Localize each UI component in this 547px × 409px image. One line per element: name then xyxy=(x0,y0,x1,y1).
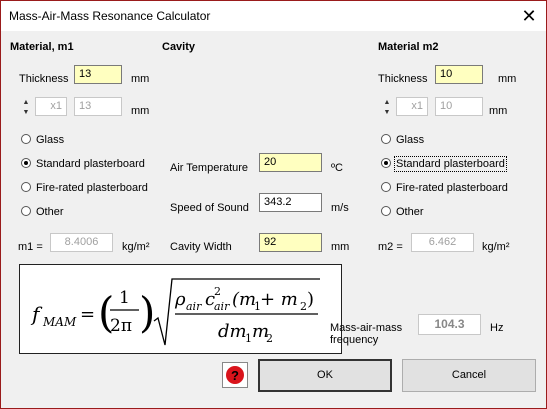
formula-rho: ρ xyxy=(174,289,186,310)
result-frequency-unit: Hz xyxy=(490,322,504,334)
m1-mass-label: m1 = xyxy=(18,241,43,253)
m1-thickness-unit: mm xyxy=(131,73,150,85)
formula-c-sup: 2 xyxy=(214,285,221,298)
air-temperature-label: Air Temperature xyxy=(170,162,249,174)
m1-layer-spinner[interactable]: ▲ ▼ xyxy=(19,98,33,117)
m2-mass-unit: kg/m² xyxy=(482,241,510,253)
formula-equals: = xyxy=(80,304,95,325)
m1-thickness-input[interactable]: 13 xyxy=(74,65,122,84)
result-frequency-value: 104.3 xyxy=(418,314,481,335)
formula-den-sub1: 1 xyxy=(245,332,252,345)
m2-header: Material m2 xyxy=(378,41,439,53)
air-temperature-unit: ºC xyxy=(331,162,343,174)
ok-button[interactable]: OK xyxy=(258,359,392,392)
help-icon: ? xyxy=(226,366,244,384)
formula-box: f MAM = ( 1 2π ) ρ air c 2 air (m 1 + m … xyxy=(19,264,342,354)
calculator-dialog: Mass-Air-Mass Resonance Calculator ✕ Mat… xyxy=(0,0,547,409)
m1-header: Material, m1 xyxy=(10,41,74,53)
m1-option-standard-plasterboard: Standard plasterboard xyxy=(36,158,145,170)
cancel-button[interactable]: Cancel xyxy=(402,359,536,392)
formula-right-paren: ) xyxy=(139,288,155,337)
cavity-header: Cavity xyxy=(162,41,196,53)
m2-mass-label: m2 = xyxy=(378,241,403,253)
formula-frac-den: 2π xyxy=(110,316,132,336)
result-label-line2: frequency xyxy=(330,334,379,346)
resonance-formula: f MAM = ( 1 2π ) ρ air c 2 air (m 1 + m … xyxy=(30,278,320,346)
m2-layer-thickness: 10 xyxy=(435,97,483,116)
m1-thickness-label: Thickness xyxy=(19,73,69,85)
result-label-line1: Mass-air-mass xyxy=(330,322,403,334)
m2-option-glass: Glass xyxy=(396,134,425,146)
m2-mass-value: 6.462 xyxy=(411,233,474,252)
m2-radio-glass[interactable] xyxy=(381,134,391,144)
formula-den-dm: dm xyxy=(218,321,247,342)
m2-thickness-input[interactable]: 10 xyxy=(435,65,483,84)
spin-down-icon[interactable]: ▼ xyxy=(380,108,394,117)
close-icon[interactable]: ✕ xyxy=(518,5,540,27)
m2-layer-multiplier: x1 xyxy=(396,97,428,116)
m2-layer-spinner[interactable]: ▲ ▼ xyxy=(380,98,394,117)
m1-layer-unit: mm xyxy=(131,105,150,117)
m2-thickness-unit: mm xyxy=(498,73,517,85)
m1-option-fire-rated: Fire-rated plasterboard xyxy=(36,182,148,194)
result-label: Mass-air-mass frequency xyxy=(330,322,402,346)
formula-lhs: f xyxy=(30,302,43,326)
formula-lhs-sub: MAM xyxy=(42,315,77,329)
m1-option-other: Other xyxy=(36,206,64,218)
formula-m2-sub: 2 xyxy=(300,300,307,313)
svg-text:?: ? xyxy=(231,368,239,383)
m1-option-glass: Glass xyxy=(36,134,65,146)
formula-den-sub2: 2 xyxy=(266,332,273,345)
m2-radio-other[interactable] xyxy=(381,206,391,216)
spin-up-icon[interactable]: ▲ xyxy=(19,98,33,107)
window-title: Mass-Air-Mass Resonance Calculator xyxy=(9,9,211,23)
title-bar: Mass-Air-Mass Resonance Calculator ✕ xyxy=(1,1,546,31)
formula-c-sub: air xyxy=(214,300,230,313)
formula-plus-m2: + m xyxy=(260,289,298,310)
m1-radio-standard-plasterboard[interactable] xyxy=(21,158,31,168)
m2-option-other: Other xyxy=(396,206,424,218)
speed-of-sound-input[interactable]: 343.2 xyxy=(259,193,322,212)
m2-layer-unit: mm xyxy=(489,105,508,117)
formula-rho-sub: air xyxy=(186,300,202,313)
spin-up-icon[interactable]: ▲ xyxy=(380,98,394,107)
speed-of-sound-label: Speed of Sound xyxy=(170,202,249,214)
cavity-width-label: Cavity Width xyxy=(170,241,232,253)
m1-mass-value: 8.4006 xyxy=(50,233,113,252)
m2-thickness-label: Thickness xyxy=(378,73,428,85)
formula-frac-num: 1 xyxy=(119,288,130,308)
m1-layer-multiplier: x1 xyxy=(35,97,67,116)
m1-layer-thickness: 13 xyxy=(74,97,122,116)
m2-option-standard-plasterboard: Standard plasterboard xyxy=(394,156,507,172)
m2-radio-fire-rated[interactable] xyxy=(381,182,391,192)
help-button[interactable]: ? xyxy=(222,362,248,388)
m1-radio-glass[interactable] xyxy=(21,134,31,144)
cavity-width-input[interactable]: 92 xyxy=(259,233,322,252)
spin-down-icon[interactable]: ▼ xyxy=(19,108,33,117)
speed-of-sound-unit: m/s xyxy=(331,202,349,214)
formula-m1-open: (m xyxy=(232,289,256,310)
air-temperature-input[interactable]: 20 xyxy=(259,153,322,172)
m1-radio-fire-rated[interactable] xyxy=(21,182,31,192)
m2-option-fire-rated: Fire-rated plasterboard xyxy=(396,182,508,194)
formula-close-paren: ) xyxy=(307,289,314,310)
m2-radio-standard-plasterboard[interactable] xyxy=(381,158,391,168)
m1-mass-unit: kg/m² xyxy=(122,241,150,253)
m1-radio-other[interactable] xyxy=(21,206,31,216)
cavity-width-unit: mm xyxy=(331,241,350,253)
